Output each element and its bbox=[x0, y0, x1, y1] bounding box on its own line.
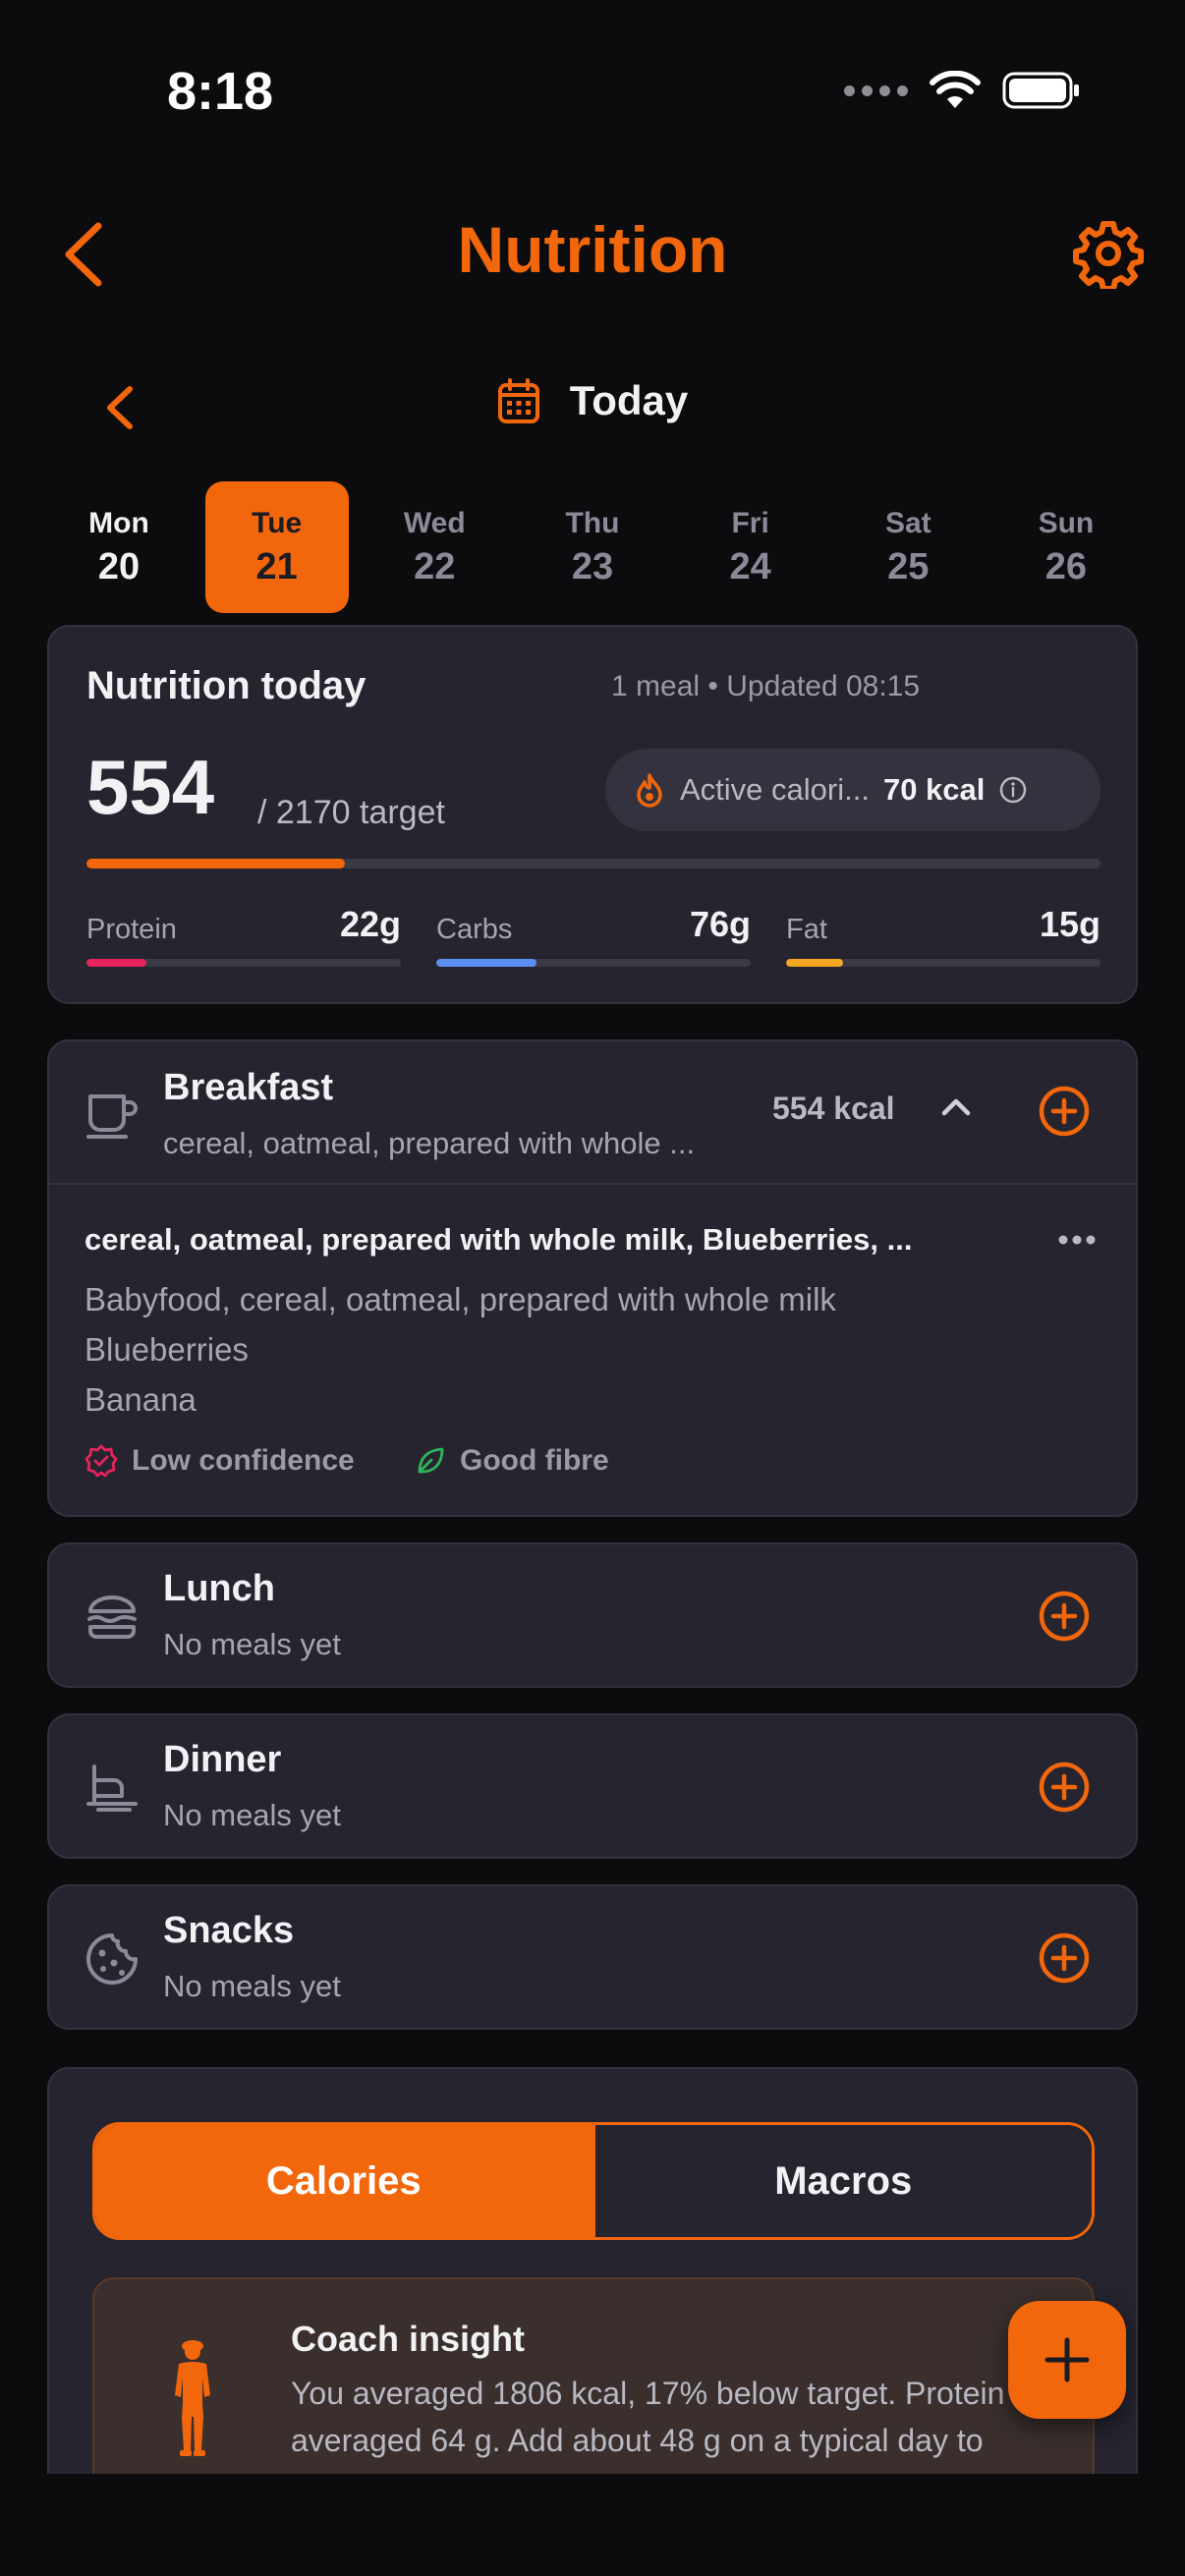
tag-label: Good fibre bbox=[460, 1444, 609, 1477]
battery-icon bbox=[1002, 72, 1079, 109]
macro-bar bbox=[86, 959, 401, 967]
macro-bar bbox=[786, 959, 1100, 967]
active-calories-label: Active calori... bbox=[680, 772, 870, 807]
entry-item: Banana bbox=[85, 1381, 197, 1418]
tag-good-fibre: Good fibre bbox=[415, 1444, 609, 1478]
macro-label: Carbs bbox=[436, 914, 513, 945]
date-label: Today bbox=[569, 377, 689, 423]
macro-label: Fat bbox=[786, 914, 827, 945]
day-sat[interactable]: Sat 25 bbox=[836, 481, 980, 613]
signal-dots-icon bbox=[844, 84, 908, 96]
macro-value: 15g bbox=[1039, 904, 1100, 944]
macro-value: 22g bbox=[339, 904, 401, 944]
leaf-icon bbox=[418, 1447, 444, 1474]
day-thu[interactable]: Thu 23 bbox=[521, 481, 664, 613]
coach-insight-title: Coach insight bbox=[291, 2319, 526, 2359]
calorie-progress-fill bbox=[86, 859, 346, 868]
status-time: 8:18 bbox=[167, 62, 274, 121]
meal-card-breakfast: Breakfast cereal, oatmeal, prepared with… bbox=[47, 1039, 1138, 1517]
add-circle-icon[interactable] bbox=[1038, 1085, 1091, 1138]
day-tue[interactable]: Tue 21 bbox=[204, 481, 349, 613]
add-food-fab[interactable] bbox=[1008, 2301, 1126, 2419]
coach-figure-icon bbox=[175, 2340, 210, 2456]
macro-bar-fill bbox=[436, 959, 537, 967]
meal-card-dinner[interactable]: Dinner No meals yet bbox=[47, 1713, 1138, 1859]
calendar-icon bbox=[497, 378, 539, 423]
day-fri[interactable]: Fri 24 bbox=[679, 481, 822, 613]
badge-check-icon bbox=[85, 1444, 118, 1478]
insights-tab-switcher: Calories Macros bbox=[92, 2122, 1095, 2240]
tab-calories[interactable]: Calories bbox=[95, 2125, 592, 2237]
macro-label: Protein bbox=[86, 914, 177, 945]
macro-value: 76g bbox=[689, 904, 751, 944]
meal-kcal: 554 kcal bbox=[772, 1091, 895, 1126]
macro-bar-fill bbox=[786, 959, 843, 967]
more-options-icon[interactable] bbox=[1057, 1234, 1097, 1246]
status-icons bbox=[844, 71, 1081, 110]
meal-subtitle: No meals yet bbox=[163, 1627, 341, 1661]
meal-name: Breakfast bbox=[163, 1067, 334, 1108]
day-mon[interactable]: Mon 20 bbox=[47, 481, 191, 613]
flame-icon bbox=[637, 773, 662, 808]
plus-icon bbox=[1044, 2337, 1090, 2382]
entry-item: Babyfood, cereal, oatmeal, prepared with… bbox=[85, 1281, 836, 1317]
tag-low-confidence: Low confidence bbox=[85, 1444, 355, 1478]
active-calories-pill[interactable]: Active calori... 70 kcal bbox=[605, 749, 1100, 831]
add-circle-icon[interactable] bbox=[1038, 1932, 1091, 1985]
date-selector[interactable]: Today bbox=[0, 377, 1185, 424]
tag-label: Low confidence bbox=[132, 1444, 355, 1477]
day-sun[interactable]: Sun 26 bbox=[994, 481, 1138, 613]
meal-name: Dinner bbox=[163, 1739, 282, 1780]
cookie-icon bbox=[86, 1933, 138, 1985]
gear-icon[interactable] bbox=[1073, 218, 1144, 289]
chevron-up-icon[interactable] bbox=[939, 1094, 973, 1118]
entry-title[interactable]: cereal, oatmeal, prepared with whole mil… bbox=[85, 1222, 1008, 1258]
meal-subtitle: No meals yet bbox=[163, 1798, 341, 1832]
info-icon bbox=[1000, 776, 1027, 804]
bottom-safe-area bbox=[0, 2474, 1185, 2576]
entry-item: Blueberries bbox=[85, 1331, 249, 1368]
meal-card-snacks[interactable]: Snacks No meals yet bbox=[47, 1884, 1138, 2030]
macro-bar-fill bbox=[86, 959, 146, 967]
coffee-cup-icon bbox=[86, 1094, 138, 1139]
calorie-progress-bar bbox=[86, 859, 1100, 868]
page-title: Nutrition bbox=[457, 213, 728, 286]
tab-macros[interactable]: Macros bbox=[592, 2125, 1092, 2237]
calories-target: / 2170 target bbox=[257, 794, 445, 831]
burger-icon bbox=[87, 1596, 137, 1639]
nutrition-summary-card: Nutrition today 1 meal • Updated 08:15 5… bbox=[47, 625, 1138, 1004]
meal-card-lunch[interactable]: Lunch No meals yet bbox=[47, 1542, 1138, 1688]
day-wed[interactable]: Wed 22 bbox=[363, 481, 506, 613]
divider bbox=[49, 1183, 1136, 1185]
macro-bar bbox=[436, 959, 751, 967]
meal-subtitle: cereal, oatmeal, prepared with whole ... bbox=[163, 1126, 696, 1160]
wifi-icon bbox=[930, 71, 981, 108]
summary-title: Nutrition today bbox=[86, 664, 367, 707]
summary-meta: 1 meal • Updated 08:15 bbox=[611, 670, 921, 702]
calories-consumed: 554 bbox=[86, 744, 215, 830]
active-calories-value: 70 kcal bbox=[882, 772, 986, 807]
week-strip: Mon 20 Tue 21 Wed 22 Thu 23 Fri 24 Sat 25 Sun 2… bbox=[47, 481, 1138, 613]
add-circle-icon[interactable] bbox=[1038, 1761, 1091, 1814]
dinner-tray-icon bbox=[86, 1764, 138, 1812]
add-circle-icon[interactable] bbox=[1038, 1590, 1091, 1643]
meal-name: Lunch bbox=[163, 1568, 275, 1609]
meal-subtitle: No meals yet bbox=[163, 1969, 341, 2003]
meal-name: Snacks bbox=[163, 1910, 295, 1951]
